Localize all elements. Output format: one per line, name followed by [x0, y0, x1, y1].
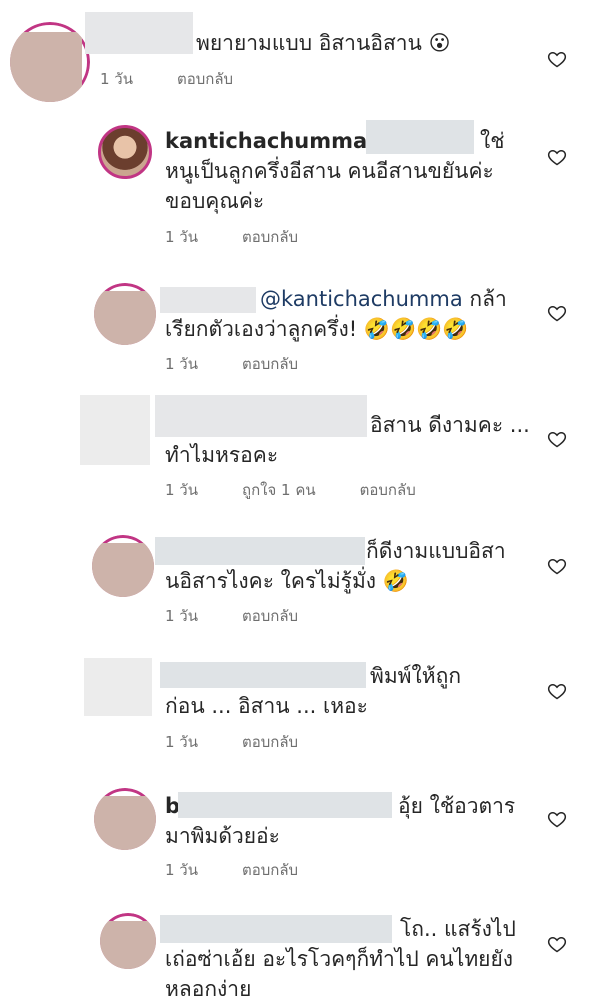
avatar[interactable] [98, 125, 152, 179]
comment-meta: 1 วัน ตอบกลับ [165, 730, 342, 754]
comment-text: อุ้ย ใช้อวตาร [398, 794, 516, 818]
comment-meta: 1 วัน ตอบกลับ [165, 858, 342, 882]
reply-link[interactable]: ตอบกลับ [242, 228, 298, 246]
comment-line-1: @kantichachumma กล้า [260, 283, 507, 316]
username[interactable]: kantichachumma [165, 129, 367, 153]
comment-item: kantichachumma✓ ใช่ หนูเป็นลูกครึ่งอีสาน… [0, 110, 600, 260]
heart-icon[interactable] [547, 429, 567, 449]
comment-text: ขอบคุณค่ะ [165, 189, 265, 213]
avatar[interactable] [94, 788, 156, 850]
avatar[interactable] [80, 395, 150, 465]
reply-link[interactable]: ตอบกลับ [360, 481, 416, 499]
username-redaction [160, 662, 366, 688]
reply-link[interactable]: ตอบกลับ [242, 355, 298, 373]
avatar[interactable] [94, 283, 156, 345]
comment-meta: 1 วัน ตอบกลับ [165, 352, 342, 376]
username-redaction [155, 395, 367, 437]
username-redaction [155, 537, 365, 565]
likes-count[interactable]: ถูกใจ 1 คน [242, 481, 316, 499]
avatar[interactable] [92, 535, 154, 597]
comment-meta: 1 วัน ตอบกลับ [165, 604, 342, 628]
heart-icon[interactable] [547, 556, 567, 576]
comment-text: นอิสารไงคะ ใครไม่รู้มั่ง 🤣 [165, 569, 409, 593]
comment-time: 1 วัน [165, 228, 198, 246]
comment-text: อิสาน ดีงามคะ ... [370, 413, 530, 437]
comment-meta: 1 วัน ตอบกลับ [100, 67, 277, 91]
username-redaction [160, 287, 256, 313]
comment-text: มาพิมด้วยอ่ะ [165, 824, 280, 848]
comment-text: ก่อน ... อิสาน ... เหอะ [165, 694, 368, 718]
heart-icon[interactable] [547, 49, 567, 69]
comment-item: @kantichachumma กล้า เรียกตัวเองว่าลูกคร… [0, 275, 600, 385]
comment-text: เรียกตัวเองว่าลูกครึ่ง! 🤣🤣🤣🤣 [165, 317, 469, 341]
heart-icon[interactable] [547, 809, 567, 829]
username-redaction [178, 792, 392, 818]
comment-item: ก็ดีงามแบบอิสา นอิสารไงคะ ใครไม่รู้มั่ง … [0, 525, 600, 640]
comment-text: พยายามแบบ อิสานอิสาน 😮 [196, 31, 451, 55]
avatar-redaction [94, 796, 156, 850]
mention-redaction [366, 120, 474, 154]
avatar[interactable] [100, 913, 156, 969]
avatar-redaction [10, 32, 82, 102]
username-redaction [160, 915, 392, 943]
comment-text: ใช่ [480, 129, 505, 153]
comment-item: อิสาน ดีงามคะ ... ทำไมหรอคะ 1 วัน ถูกใจ 1… [0, 385, 600, 510]
comment-text: ก็ดีงามแบบอิสา [366, 539, 506, 563]
heart-icon[interactable] [547, 303, 567, 323]
reply-link[interactable]: ตอบกลับ [242, 733, 298, 751]
comment-line-1: kantichachumma✓ [165, 125, 392, 158]
comment-time: 1 วัน [165, 861, 198, 879]
avatar-redaction [92, 543, 154, 597]
comment-time: 1 วัน [165, 607, 198, 625]
avatar-redaction [100, 921, 156, 969]
reply-link[interactable]: ตอบกลับ [177, 70, 233, 88]
avatar-redaction [94, 291, 156, 345]
comment-time: 1 วัน [100, 70, 133, 88]
comment-time: 1 วัน [165, 355, 198, 373]
comment-text: โถ.. แสร้งไป [400, 917, 516, 941]
comment-text: กล้า [469, 287, 507, 311]
comment-meta: 1 วัน ถูกใจ 1 คน ตอบกลับ [165, 478, 460, 502]
comment-time: 1 วัน [165, 481, 198, 499]
comment-text: หลอกง่าย [165, 977, 252, 1001]
comment-text: ทำไมหรอคะ [165, 443, 279, 467]
username-redaction [85, 12, 193, 54]
comment-item: โถ.. แสร้งไป เถ่อซ่าเอ้ย อะไรโวคๆก็ทำไป … [0, 905, 600, 1007]
mention-link[interactable]: @kantichachumma [260, 287, 463, 311]
comment-text: พิมพ์ให้ถูก [370, 664, 462, 688]
avatar[interactable] [84, 658, 152, 716]
comment-item: b อุ้ย ใช้อวตาร มาพิมด้วยอ่ะ 1 วัน ตอบกลั… [0, 780, 600, 900]
heart-icon[interactable] [547, 681, 567, 701]
comment-text: เถ่อซ่าเอ้ย อะไรโวคๆก็ทำไป คนไทยยัง [165, 947, 514, 971]
comment-item: พิมพ์ให้ถูก ก่อน ... อิสาน ... เหอะ 1 วั… [0, 650, 600, 765]
comment-meta: 1 วัน ตอบกลับ [165, 225, 342, 249]
avatar[interactable] [10, 22, 90, 102]
reply-link[interactable]: ตอบกลับ [242, 861, 298, 879]
comment-time: 1 วัน [165, 733, 198, 751]
reply-link[interactable]: ตอบกลับ [242, 607, 298, 625]
comment-item: พยายามแบบ อิสานอิสาน 😮 1 วัน ตอบกลับ [0, 0, 600, 110]
heart-icon[interactable] [547, 934, 567, 954]
heart-icon[interactable] [547, 147, 567, 167]
comment-text: หนูเป็นลูกครึ่งอีสาน คนอีสานขยันค่ะ [165, 159, 494, 183]
